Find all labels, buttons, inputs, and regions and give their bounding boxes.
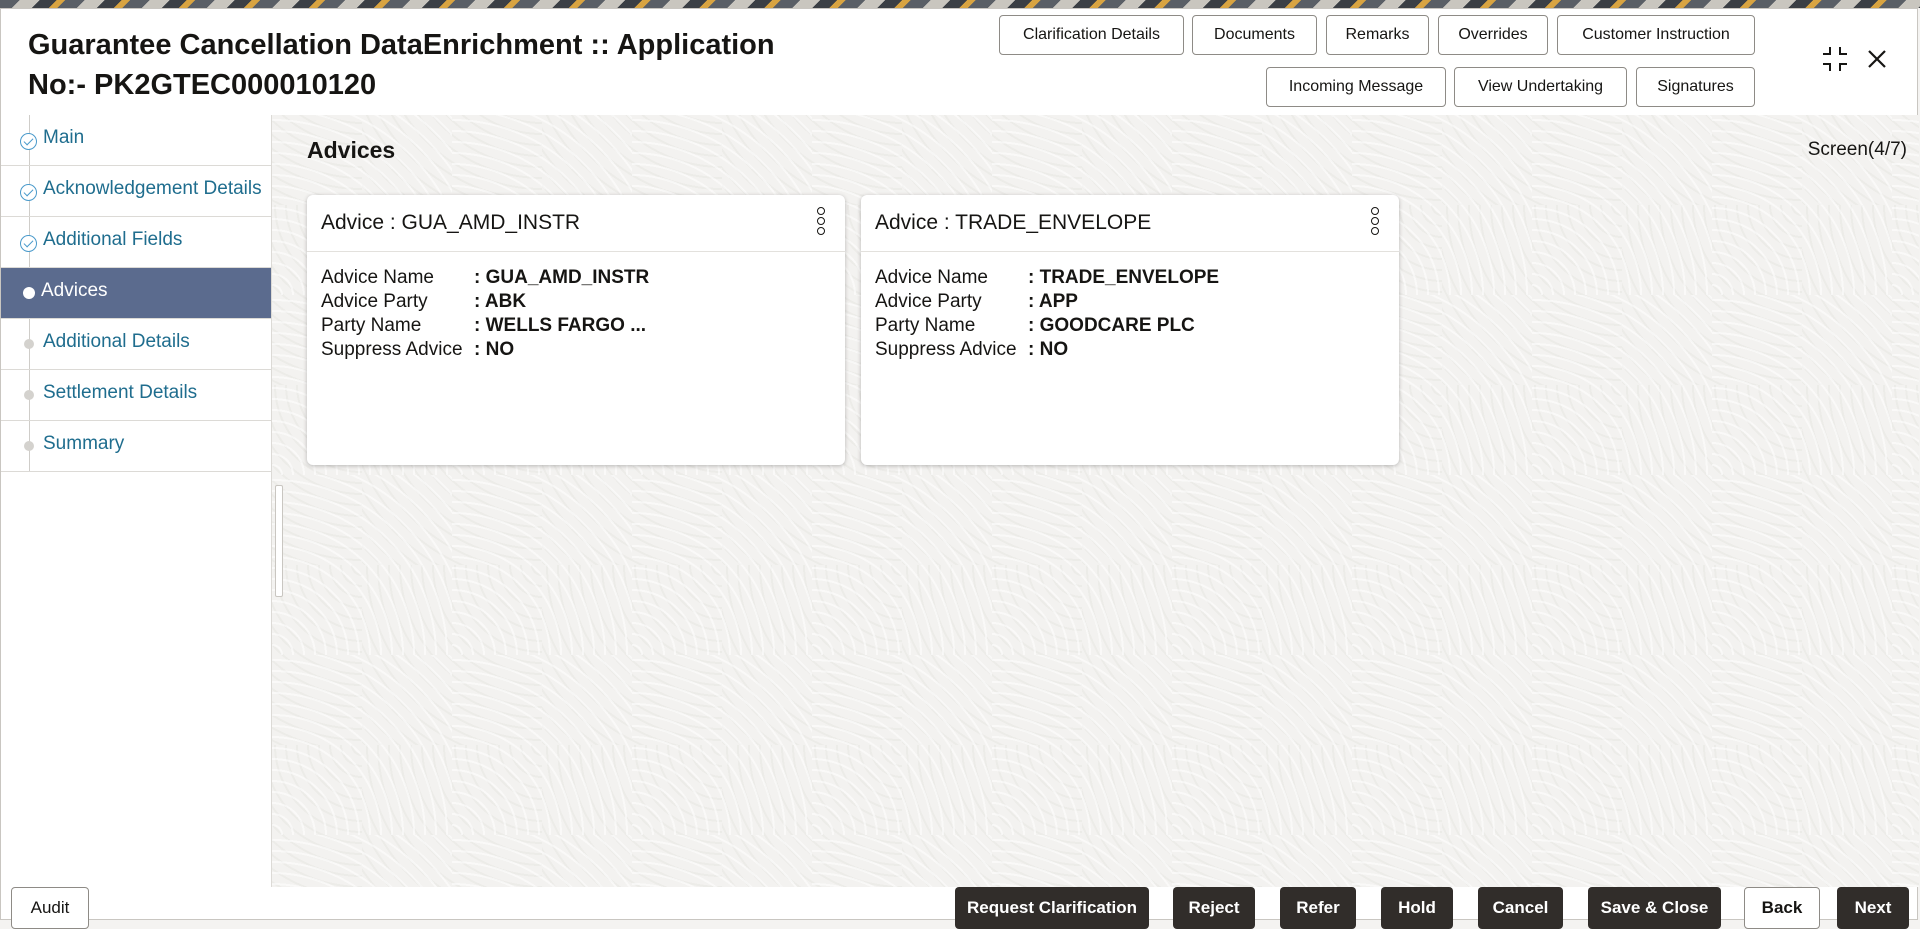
sidebar-item-additional-details[interactable]: Additional Details	[1, 319, 271, 370]
sidebar-item-label: Additional Details	[43, 331, 190, 352]
detail-value: : TRADE_ENVELOPE	[1028, 267, 1220, 288]
title-line-2: No:- PK2GTEC000010120	[28, 69, 377, 101]
page-title: Guarantee Cancellation DataEnrichment ::…	[28, 25, 808, 105]
sidebar-item-label: Summary	[43, 433, 125, 454]
detail-value: : NO	[474, 339, 515, 360]
detail-value: : GOODCARE PLC	[1028, 315, 1195, 336]
check-circle-icon	[20, 235, 37, 252]
detail-value: : NO	[1028, 339, 1069, 360]
advice-card: Advice : TRADE_ENVELOPE Advice Name : TRA…	[861, 195, 1399, 465]
documents-button[interactable]: Documents	[1192, 15, 1317, 55]
refer-button[interactable]: Refer	[1280, 887, 1356, 929]
detail-row: Party Name : WELLS FARGO ...	[321, 314, 831, 338]
hold-button[interactable]: Hold	[1381, 887, 1453, 929]
advice-card-header: Advice : TRADE_ENVELOPE	[861, 195, 1399, 252]
main-content: Advices Screen(4/7) Advice : GUA_AMD_INS…	[272, 115, 1919, 887]
check-circle-icon	[20, 133, 37, 150]
close-icon[interactable]	[1867, 49, 1887, 74]
detail-label: Advice Party	[875, 291, 982, 312]
detail-row: Suppress Advice : NO	[321, 338, 831, 362]
action-footer: Audit Request Clarification Reject Refer…	[1, 887, 1917, 929]
background-strip	[0, 0, 1920, 8]
detail-value: : GUA_AMD_INSTR	[474, 267, 650, 288]
reject-button[interactable]: Reject	[1173, 887, 1255, 929]
detail-row: Advice Name : GUA_AMD_INSTR	[321, 266, 831, 290]
detail-label: Party Name	[875, 315, 976, 336]
detail-label: Suppress Advice	[321, 339, 463, 360]
section-title: Advices	[307, 137, 396, 163]
application-window: Guarantee Cancellation DataEnrichment ::…	[0, 8, 1919, 929]
detail-row: Advice Name : TRADE_ENVELOPE	[875, 266, 1385, 290]
advice-card-header: Advice : GUA_AMD_INSTR	[307, 195, 845, 252]
sidebar-item-label: Settlement Details	[43, 382, 198, 403]
cancel-button[interactable]: Cancel	[1478, 887, 1563, 929]
pending-step-dot-icon	[24, 441, 34, 451]
save-close-button[interactable]: Save & Close	[1588, 887, 1721, 929]
detail-row: Suppress Advice : NO	[875, 338, 1385, 362]
sidebar-item-settlement-details[interactable]: Settlement Details	[1, 370, 271, 421]
view-undertaking-button[interactable]: View Undertaking	[1454, 67, 1627, 107]
sidebar-resize-handle[interactable]	[275, 485, 283, 597]
sidebar-item-label: Additional Fields	[43, 229, 183, 250]
advice-card-title: Advice : GUA_AMD_INSTR	[321, 211, 581, 234]
detail-value: : WELLS FARGO ...	[474, 315, 647, 336]
back-button[interactable]: Back	[1744, 887, 1820, 929]
pending-step-dot-icon	[24, 390, 34, 400]
sidebar-item-label: Main	[43, 127, 85, 148]
request-clarification-button[interactable]: Request Clarification	[955, 887, 1149, 929]
sidebar-item-label: Acknowledgement Details	[43, 178, 262, 199]
pending-step-dot-icon	[24, 339, 34, 349]
detail-row: Party Name : GOODCARE PLC	[875, 314, 1385, 338]
sidebar-item-advices[interactable]: Advices	[1, 268, 271, 319]
sidebar-item-additional-fields[interactable]: Additional Fields	[1, 217, 271, 268]
next-button[interactable]: Next	[1837, 887, 1909, 929]
detail-label: Advice Party	[321, 291, 428, 312]
check-circle-icon	[20, 184, 37, 201]
customer-instruction-button[interactable]: Customer Instruction	[1557, 15, 1755, 55]
detail-value: : ABK	[474, 291, 527, 312]
screen-indicator: Screen(4/7)	[1807, 139, 1907, 160]
incoming-message-button[interactable]: Incoming Message	[1266, 67, 1446, 107]
window-header: Guarantee Cancellation DataEnrichment ::…	[1, 9, 1917, 116]
more-options-icon[interactable]	[815, 205, 827, 239]
overrides-button[interactable]: Overrides	[1438, 15, 1548, 55]
detail-label: Advice Name	[875, 267, 988, 288]
clarification-details-button[interactable]: Clarification Details	[999, 15, 1184, 55]
sidebar-item-main[interactable]: Main	[1, 115, 271, 166]
detail-row: Advice Party : ABK	[321, 290, 831, 314]
collapse-arrows-icon[interactable]	[1821, 45, 1849, 78]
advice-details: Advice Name : TRADE_ENVELOPE Advice Party…	[861, 252, 1399, 362]
sidebar-item-summary[interactable]: Summary	[1, 421, 271, 472]
detail-label: Party Name	[321, 315, 422, 336]
signatures-button[interactable]: Signatures	[1636, 67, 1755, 107]
detail-label: Suppress Advice	[875, 339, 1017, 360]
remarks-button[interactable]: Remarks	[1326, 15, 1429, 55]
detail-label: Advice Name	[321, 267, 434, 288]
title-line-1: Guarantee Cancellation DataEnrichment ::…	[28, 29, 775, 61]
sidebar-item-acknowledgement-details[interactable]: Acknowledgement Details	[1, 166, 271, 217]
advice-details: Advice Name : GUA_AMD_INSTR Advice Party:…	[307, 252, 845, 362]
more-options-icon[interactable]	[1369, 205, 1381, 239]
sidebar-item-label: Advices	[41, 280, 108, 301]
step-navigation: Main Acknowledgement Details Additional …	[1, 115, 272, 887]
detail-row: Advice Party : APP	[875, 290, 1385, 314]
audit-button[interactable]: Audit	[11, 887, 89, 929]
advice-card-title: Advice : TRADE_ENVELOPE	[875, 211, 1152, 234]
advice-card: Advice : GUA_AMD_INSTR Advice Name : GUA_…	[307, 195, 845, 465]
detail-value: : APP	[1028, 291, 1078, 312]
current-step-dot-icon	[23, 287, 35, 299]
